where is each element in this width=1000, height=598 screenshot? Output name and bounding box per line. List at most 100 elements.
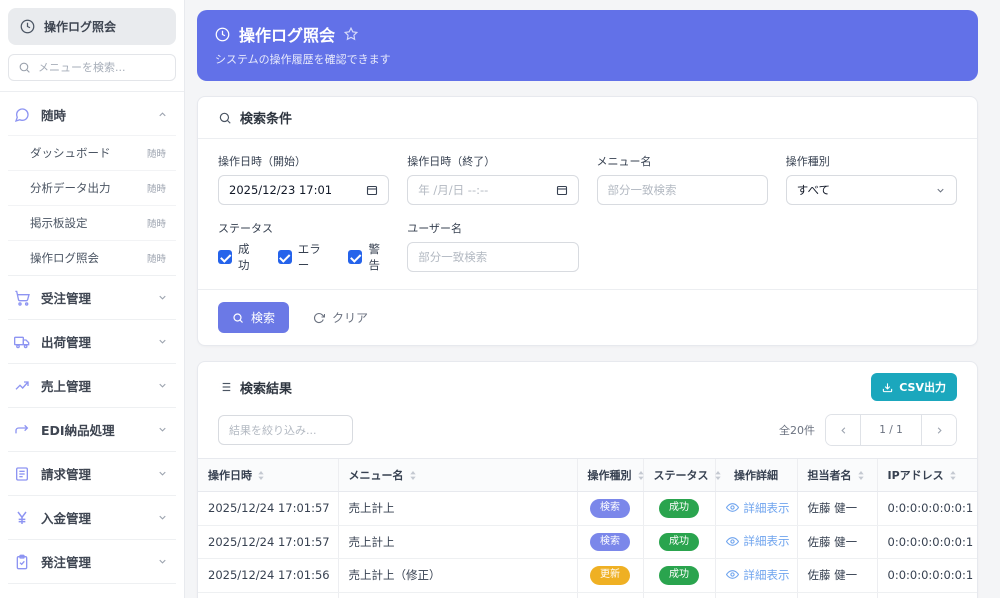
datetime-start-value[interactable]	[229, 183, 361, 197]
invoice-icon	[14, 466, 30, 482]
status-option-label: 成功	[238, 242, 250, 272]
status-checkbox-option[interactable]: 成功	[218, 241, 259, 273]
eye-icon	[725, 501, 739, 514]
sidebar-subitem[interactable]: 掲示板設定 随時	[8, 205, 176, 240]
datetime-end-value[interactable]	[418, 183, 550, 197]
operation-type-label: 操作種別	[785, 155, 830, 168]
csv-export-button[interactable]: CSV出力	[871, 373, 957, 401]
sidebar-group-label: 請求管理	[41, 467, 92, 482]
next-page-button[interactable]	[922, 415, 956, 445]
table-row[interactable]: 2025/12/24 17:01:56 売上計上（修正） 更新 成功 詳細表示	[198, 558, 977, 593]
sidebar-group[interactable]: EDI納品処理	[8, 407, 176, 451]
cart-icon	[14, 290, 30, 306]
clock-icon	[215, 27, 230, 42]
col-person[interactable]: 担当者名	[796, 458, 877, 492]
checkbox-checked-icon[interactable]	[277, 250, 292, 264]
sidebar-subitem[interactable]: 操作ログ照会 随時	[8, 240, 176, 275]
status-badge: 成功	[659, 566, 699, 585]
sidebar-subitem-badge: 随時	[146, 254, 166, 265]
sidebar-group-zuiji[interactable]: 随時	[8, 92, 176, 135]
prev-page-button[interactable]	[826, 415, 860, 445]
sidebar: 操作ログ照会 随時 ダッシュボード 随時 分析データ出力 随時	[0, 0, 185, 598]
sidebar-current-page[interactable]: 操作ログ照会	[8, 8, 176, 45]
col-type[interactable]: 操作種別	[576, 458, 645, 492]
search-conditions-header: 検索条件	[198, 97, 977, 139]
chevron-down-icon	[157, 292, 168, 303]
operation-type-badge: 検索	[590, 532, 630, 551]
status-option-label: 警告	[368, 242, 380, 272]
sidebar-group[interactable]: 出荷管理	[8, 319, 176, 363]
sidebar-group[interactable]: 仕入管理	[8, 583, 176, 598]
menu-name-value[interactable]	[607, 183, 757, 197]
cell-datetime: 2025/12/24 17:01:57	[198, 491, 338, 526]
sidebar-group[interactable]: 受注管理	[8, 275, 176, 319]
chevron-down-icon	[157, 556, 168, 567]
sort-icon[interactable]	[257, 470, 265, 481]
field-menu-name: メニュー名	[596, 153, 768, 205]
status-checkbox-option[interactable]: 警告	[348, 241, 389, 273]
calendar-icon[interactable]	[556, 184, 568, 196]
sidebar-group[interactable]: 売上管理	[8, 363, 176, 407]
cell-ip: 0:0:0:0:0:0:0:1	[876, 592, 977, 598]
sidebar-subitem-badge: 随時	[146, 184, 166, 195]
col-status[interactable]: ステータス	[642, 458, 721, 492]
search-fields: 操作日時（開始） 操作日時（終了） メニュー名	[198, 139, 977, 272]
table-row[interactable]: 2025/12/24 17:01:57 売上計上 検索 成功 詳細表示 佐藤 健…	[198, 525, 977, 559]
sort-icon[interactable]	[714, 470, 722, 481]
col-ip[interactable]: IPアドレス	[876, 458, 977, 492]
col-menu[interactable]: メニュー名	[337, 458, 577, 492]
detail-link[interactable]: 詳細表示	[725, 500, 790, 516]
checkbox-checked-icon[interactable]	[218, 250, 232, 264]
yen-icon	[14, 510, 30, 526]
sort-icon[interactable]	[637, 470, 645, 481]
sort-icon[interactable]	[409, 470, 417, 481]
search-icon	[18, 61, 31, 74]
detail-link-label: 詳細表示	[743, 534, 790, 548]
operation-type-select[interactable]: すべて	[785, 175, 957, 205]
sidebar-search-input[interactable]	[38, 61, 166, 74]
menu-name-input[interactable]	[596, 175, 768, 205]
sidebar-subitem[interactable]: 分析データ出力 随時	[8, 170, 176, 205]
sidebar-group[interactable]: 入金管理	[8, 495, 176, 539]
sort-icon[interactable]	[949, 470, 957, 481]
table-row[interactable]: 2025/12/24 17:01:57 売上計上 検索 成功 詳細表示 佐藤 健…	[198, 491, 977, 526]
status-checkbox-option[interactable]: エラー	[277, 241, 330, 273]
detail-link-label: 詳細表示	[743, 500, 790, 515]
sidebar-subitem[interactable]: ダッシュボード 随時	[8, 135, 176, 170]
datetime-start-input[interactable]	[218, 175, 390, 205]
calendar-icon[interactable]	[366, 184, 378, 196]
filter-input[interactable]	[229, 423, 342, 437]
page-subtitle: システムの操作履歴を確認できます	[215, 53, 391, 66]
sidebar-group[interactable]: 発注管理	[8, 539, 176, 583]
clipboard-icon	[14, 554, 30, 570]
eye-icon	[725, 535, 739, 548]
sidebar-search[interactable]	[8, 54, 176, 81]
checkbox-checked-icon[interactable]	[348, 250, 363, 264]
chevron-up-icon	[157, 109, 168, 120]
user-name-value[interactable]	[418, 250, 568, 264]
search-results-header: 検索結果 CSV出力	[198, 362, 977, 412]
status-option-label: エラー	[297, 242, 321, 272]
cell-ip: 0:0:0:0:0:0:0:1	[876, 525, 977, 559]
operation-type-badge: 検索	[590, 499, 630, 518]
field-operation-type: 操作種別 すべて	[785, 153, 957, 205]
clear-button[interactable]: クリア	[313, 309, 368, 326]
chevron-down-icon	[157, 336, 168, 347]
chart-icon	[14, 378, 30, 394]
filter-input-box[interactable]	[218, 415, 353, 445]
sidebar-current-label: 操作ログ照会	[44, 20, 117, 34]
detail-link[interactable]: 詳細表示	[725, 533, 790, 549]
cell-ip: 0:0:0:0:0:0:0:1	[876, 558, 977, 593]
user-name-input[interactable]	[407, 242, 579, 272]
chevron-down-icon	[935, 185, 946, 196]
table-row[interactable]: 2025/12/24 17:01:49 売上計上 検索 成功 詳細表示	[198, 592, 977, 598]
col-datetime[interactable]: 操作日時	[198, 458, 338, 492]
datetime-end-input[interactable]	[407, 175, 579, 205]
star-icon[interactable]	[344, 27, 359, 41]
sidebar-group[interactable]: 請求管理	[8, 451, 176, 495]
search-conditions-card: 検索条件 操作日時（開始） 操作日時（終了）	[197, 96, 978, 346]
sort-icon[interactable]	[857, 470, 865, 481]
sidebar-group-label: 随時	[41, 108, 67, 123]
search-button[interactable]: 検索	[218, 302, 290, 333]
detail-link[interactable]: 詳細表示	[725, 567, 790, 583]
